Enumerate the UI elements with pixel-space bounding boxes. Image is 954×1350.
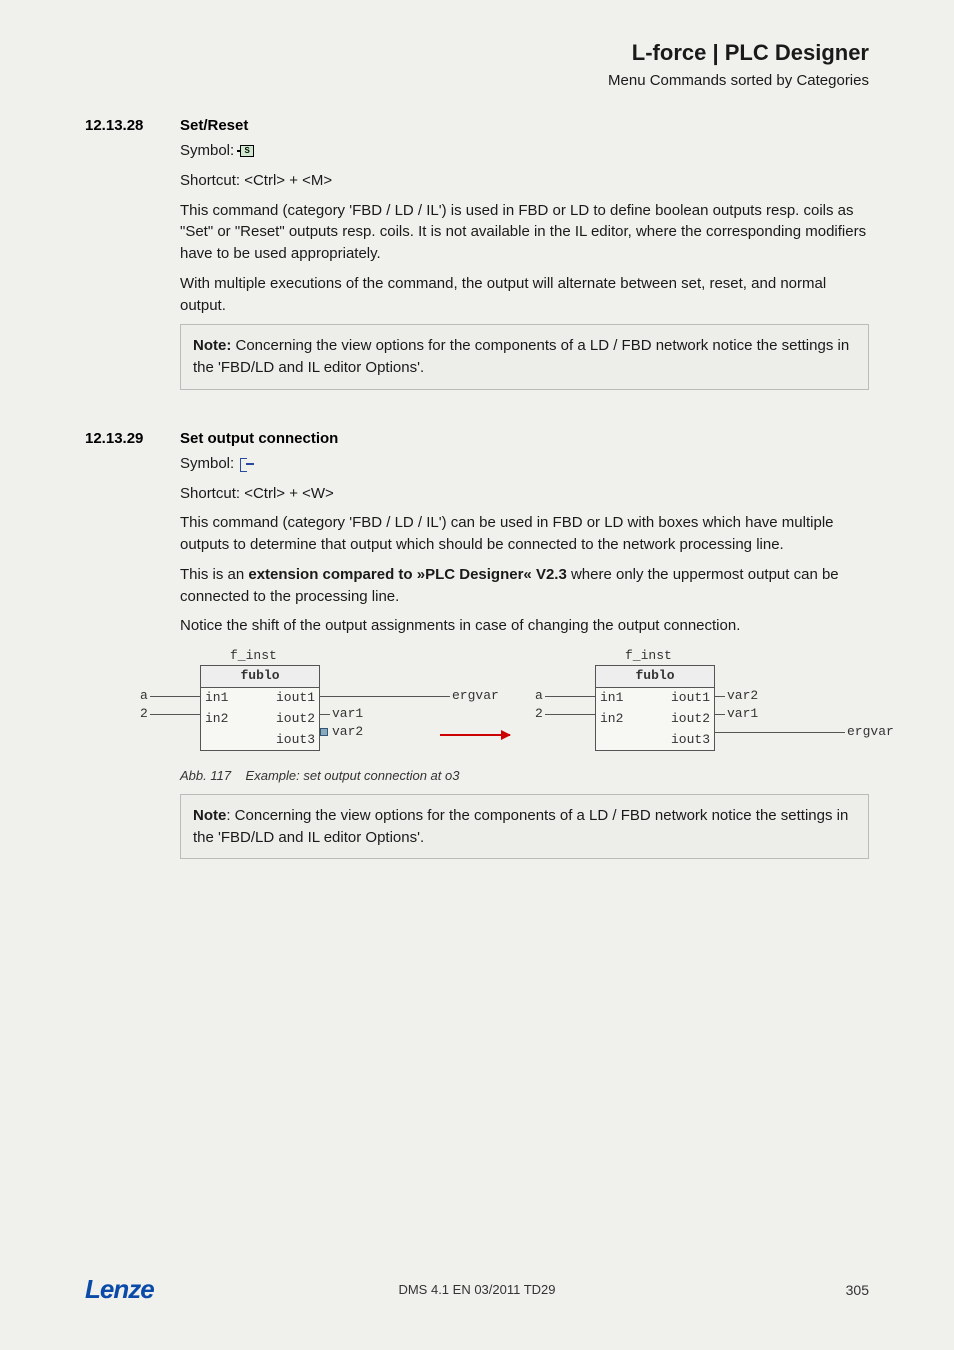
paragraph: Notice the shift of the output assignmen… — [180, 615, 869, 637]
input-label: 2 — [535, 705, 543, 724]
note-label: Note: — [193, 337, 231, 354]
input-label: a — [535, 687, 543, 706]
inst-label: f_inst — [230, 647, 277, 666]
port: in1 — [600, 689, 623, 708]
symbol-label: Symbol: — [180, 140, 234, 162]
port: iout2 — [671, 710, 710, 729]
port: iout3 — [671, 731, 710, 750]
port: in2 — [600, 710, 623, 729]
paragraph: This command (category 'FBD / LD / IL') … — [180, 512, 869, 556]
shortcut-text: Shortcut: <Ctrl> + <M> — [180, 170, 869, 192]
output-label: var2 — [332, 723, 363, 742]
output-label: ergvar — [847, 723, 894, 742]
section-title: Set output connection — [180, 430, 338, 447]
output-label: var2 — [727, 687, 758, 706]
note-text: : Concerning the view options for the co… — [193, 807, 848, 846]
port: iout1 — [671, 689, 710, 708]
output-connection-icon — [240, 458, 254, 470]
port: iout2 — [276, 710, 315, 729]
port: iout1 — [276, 689, 315, 708]
header-subtitle: Menu Commands sorted by Categories — [85, 72, 869, 89]
output-label: var1 — [332, 705, 363, 724]
section-title: Set/Reset — [180, 117, 248, 134]
note-box: Note: Concerning the view options for th… — [180, 324, 869, 390]
section-set-output-connection: 12.13.29 Set output connection Symbol: S… — [85, 430, 869, 860]
arrow-icon — [440, 734, 510, 736]
port: in1 — [205, 689, 228, 708]
inst-label: f_inst — [625, 647, 672, 666]
block-title: fublo — [201, 666, 319, 688]
selection-marker-icon — [320, 728, 328, 736]
paragraph-bold: extension compared to »PLC Designer« V2.… — [248, 566, 566, 583]
port: iout3 — [276, 731, 315, 750]
section-number: 12.13.28 — [85, 117, 180, 134]
figure-number: Abb. 117 — [180, 768, 231, 783]
paragraph: This command (category 'FBD / LD / IL') … — [180, 200, 869, 265]
page-footer: Lenze DMS 4.1 EN 03/2011 TD29 305 — [85, 1274, 869, 1305]
port: in2 — [205, 710, 228, 729]
section-number: 12.13.29 — [85, 430, 180, 447]
output-label: var1 — [727, 705, 758, 724]
section-set-reset: 12.13.28 Set/Reset Symbol: S Shortcut: <… — [85, 117, 869, 390]
footer-doc-id: DMS 4.1 EN 03/2011 TD29 — [85, 1282, 869, 1297]
symbol-label: Symbol: — [180, 453, 234, 475]
set-reset-icon: S — [240, 145, 254, 157]
input-label: a — [140, 687, 148, 706]
note-box: Note: Concerning the view options for th… — [180, 794, 869, 860]
paragraph-part: This is an — [180, 566, 248, 583]
note-text: Concerning the view options for the comp… — [193, 337, 849, 376]
note-label: Note — [193, 807, 226, 824]
output-label: ergvar — [452, 687, 499, 706]
page-header: L-force | PLC Designer Menu Commands sor… — [85, 40, 869, 89]
shortcut-text: Shortcut: <Ctrl> + <W> — [180, 483, 869, 505]
input-label: 2 — [140, 705, 148, 724]
fbd-diagram: f_inst fublo in1 iout1 in2 iout2 iout3 a 2… — [150, 647, 869, 757]
block-title: fublo — [596, 666, 714, 688]
header-title: L-force | PLC Designer — [85, 40, 869, 66]
figure-caption: Example: set output connection at o3 — [246, 768, 460, 783]
paragraph: With multiple executions of the command,… — [180, 273, 869, 317]
